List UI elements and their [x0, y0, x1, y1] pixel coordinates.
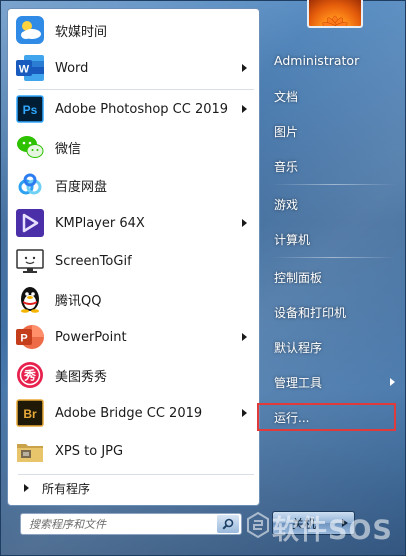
search-input[interactable] [29, 517, 214, 531]
svg-text:Ps: Ps [23, 103, 38, 117]
program-item-kmplayer[interactable]: KMPlayer 64X [11, 204, 257, 242]
program-label: KMPlayer 64X [55, 215, 145, 231]
all-programs-button[interactable]: 所有程序 [11, 476, 257, 500]
program-item-xps-to-jpg[interactable]: XPS to JPG [11, 432, 257, 470]
program-item-powerpoint[interactable]: P PowerPoint [11, 318, 257, 356]
search-button[interactable] [217, 515, 239, 533]
weather-clock-icon [13, 13, 47, 47]
powerpoint-icon: P [13, 320, 47, 354]
qq-penguin-icon [13, 282, 47, 316]
svg-text:秀: 秀 [23, 368, 37, 383]
music-link[interactable]: 音乐 [274, 158, 298, 175]
folder-icon [13, 434, 47, 468]
program-item-adobe-bridge[interactable]: Br Adobe Bridge CC 2019 [11, 394, 257, 432]
program-item-word[interactable]: W Word [11, 49, 257, 87]
submenu-arrow-icon[interactable] [242, 219, 247, 227]
programs-pane: 软媒时间 W Word Ps Adobe Photoshop CC 2019 微… [7, 8, 260, 506]
program-item-screentogif[interactable]: ScreenToGif [11, 242, 257, 280]
search-icon [222, 518, 234, 530]
program-item-wechat[interactable]: 微信 [11, 128, 257, 166]
submenu-arrow-icon[interactable] [242, 333, 247, 341]
user-name-link[interactable]: Administrator [274, 53, 359, 68]
watermark-text: 软件SOS [272, 515, 393, 546]
default-programs-link[interactable]: 默认程序 [274, 339, 322, 356]
kmplayer-icon [13, 206, 47, 240]
program-label: 软媒时间 [55, 24, 108, 40]
program-label: ScreenToGif [55, 253, 132, 269]
separator [272, 257, 396, 258]
photoshop-icon: Ps [13, 92, 47, 126]
svg-text:P: P [20, 333, 27, 345]
separator [18, 474, 254, 475]
search-box[interactable] [20, 513, 242, 535]
admin-tools-arrow-icon[interactable] [390, 378, 395, 386]
submenu-arrow-icon[interactable] [242, 409, 247, 417]
games-link[interactable]: 游戏 [274, 196, 298, 213]
all-programs-label: 所有程序 [42, 481, 91, 496]
screentogif-icon [13, 244, 47, 278]
admin-tools-link[interactable]: 管理工具 [274, 374, 322, 391]
wechat-icon [13, 130, 47, 164]
program-label: Word [55, 60, 89, 76]
program-label: 美图秀秀 [55, 369, 108, 385]
expand-arrow-icon [24, 484, 29, 492]
submenu-arrow-icon[interactable] [242, 64, 247, 72]
control-panel-link[interactable]: 控制面板 [274, 269, 322, 286]
program-item-photoshop[interactable]: Ps Adobe Photoshop CC 2019 [11, 90, 257, 128]
baidu-netdisk-icon [13, 168, 47, 202]
user-avatar[interactable] [307, 0, 363, 28]
word-icon: W [13, 51, 47, 85]
documents-link[interactable]: 文档 [274, 88, 298, 105]
bridge-icon: Br [13, 396, 47, 430]
meitu-icon: 秀 [13, 358, 47, 392]
program-label: 微信 [55, 141, 82, 157]
watermark-logo-icon [247, 512, 269, 538]
program-item-qq[interactable]: 腾讯QQ [11, 280, 257, 318]
program-item-ruanmei-time[interactable]: 软媒时间 [11, 11, 257, 49]
computer-link[interactable]: 计算机 [274, 231, 310, 248]
program-label: 腾讯QQ [55, 293, 102, 309]
submenu-arrow-icon[interactable] [242, 105, 247, 113]
program-label: XPS to JPG [55, 443, 124, 459]
devices-printers-link[interactable]: 设备和打印机 [274, 304, 346, 321]
flower-picture-icon [322, 15, 348, 26]
program-item-baidu-netdisk[interactable]: 百度网盘 [11, 166, 257, 204]
program-label: PowerPoint [55, 329, 127, 345]
run-highlight-box [257, 403, 396, 431]
program-label: Adobe Bridge CC 2019 [55, 405, 203, 421]
program-label: Adobe Photoshop CC 2019 [55, 101, 229, 117]
separator [272, 184, 396, 185]
pictures-link[interactable]: 图片 [274, 123, 298, 140]
svg-text:W: W [19, 64, 30, 76]
svg-text:Br: Br [23, 407, 37, 421]
program-item-meitu[interactable]: 秀 美图秀秀 [11, 356, 257, 394]
program-label: 百度网盘 [55, 179, 108, 195]
